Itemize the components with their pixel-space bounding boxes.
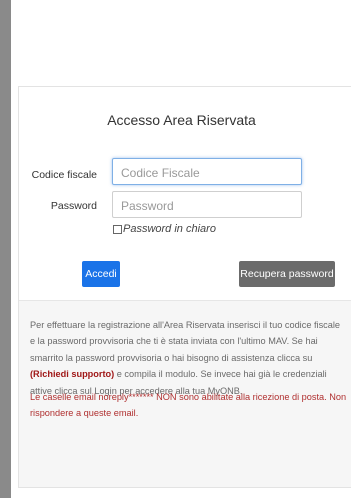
notice-line-1: Le caselle email noreply******* NON sono… bbox=[30, 392, 347, 402]
show-password-label: Password in chiaro bbox=[123, 223, 216, 235]
info-line-3: smarrito la password provvisoria o hai b… bbox=[30, 352, 313, 363]
codice-fiscale-input[interactable]: Codice Fiscale bbox=[112, 158, 302, 185]
login-title: Accesso Area Riservata bbox=[107, 112, 256, 128]
support-link[interactable]: (Richiedi supporto) bbox=[30, 369, 114, 379]
info-line-4-text: e compila il modulo. Se invece hai già l… bbox=[114, 369, 327, 380]
left-sidebar-strip bbox=[0, 0, 11, 498]
noreply-notice: Le caselle email noreply******* NON sono… bbox=[30, 389, 351, 422]
login-card: Accesso Area Riservata Codice fiscale Co… bbox=[18, 86, 351, 488]
info-line-4: (Richiedi supporto) e compila il modulo.… bbox=[30, 366, 351, 382]
login-form: Accesso Area Riservata Codice fiscale Co… bbox=[19, 87, 351, 301]
password-label: Password bbox=[50, 200, 97, 212]
recover-password-button[interactable]: Recupera password bbox=[239, 261, 335, 287]
show-password-checkbox[interactable] bbox=[113, 224, 122, 234]
login-button[interactable]: Accedi bbox=[82, 261, 120, 287]
info-panel: Per effettuare la registrazione all'Area… bbox=[19, 301, 351, 487]
info-line-1: Per effettuare la registrazione all'Area… bbox=[30, 320, 341, 330]
codice-fiscale-label: Codice fiscale bbox=[31, 169, 97, 181]
show-password-row[interactable]: Password in chiaro bbox=[113, 223, 216, 235]
registration-instructions: Per effettuare la registrazione all'Area… bbox=[30, 317, 351, 399]
notice-line-2: rispondere a queste email. bbox=[30, 408, 139, 419]
password-input[interactable]: Password bbox=[112, 191, 302, 218]
info-line-2: e la password provvisoria che ti è stata… bbox=[30, 336, 318, 347]
